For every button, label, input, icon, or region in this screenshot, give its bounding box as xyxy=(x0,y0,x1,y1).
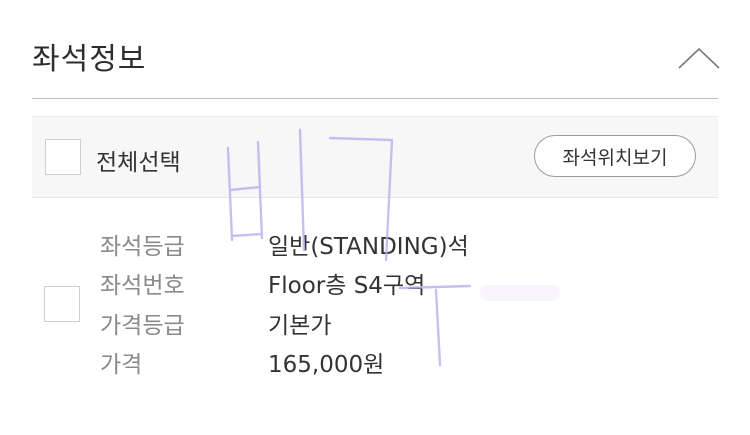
seat-number-label: 좌석번호 xyxy=(100,273,185,299)
smudge-mark xyxy=(480,285,560,301)
seat-grade-value: 일반(STANDING)석 xyxy=(268,234,469,260)
price-label: 가격 xyxy=(100,352,143,378)
select-all-checkbox[interactable] xyxy=(45,139,81,175)
section-title: 좌석정보 xyxy=(32,42,147,77)
seat-location-button[interactable]: 좌석위치보기 xyxy=(534,135,696,177)
header-divider xyxy=(32,98,718,99)
seat-grade-label: 좌석등급 xyxy=(100,234,185,260)
collapse-toggle-button[interactable] xyxy=(676,44,722,74)
select-all-label: 전체선택 xyxy=(96,150,181,176)
price-grade-value: 기본가 xyxy=(268,313,332,339)
price-grade-label: 가격등급 xyxy=(100,313,185,339)
seat-select-checkbox[interactable] xyxy=(44,286,80,322)
select-all-bar: 전체선택 좌석위치보기 xyxy=(32,116,718,198)
chevron-up-icon xyxy=(678,47,720,69)
seat-number-value: Floor층 S4구역 xyxy=(268,273,426,299)
seat-info-header: 좌석정보 xyxy=(0,0,750,100)
price-value: 165,000원 xyxy=(268,352,385,378)
